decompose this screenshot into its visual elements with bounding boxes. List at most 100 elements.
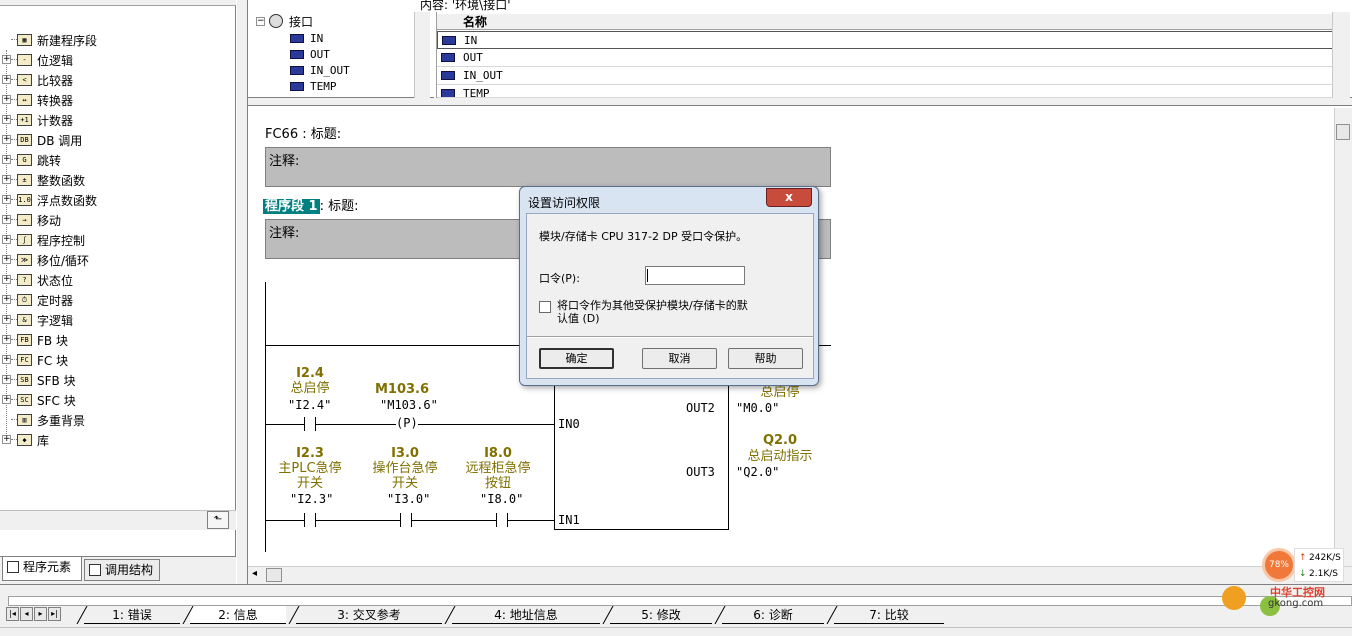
integer-function-icon: ± [17, 174, 32, 186]
tree-item[interactable]: + ⏱ 定时器 [0, 290, 236, 310]
nc-contact-i8-0[interactable] [496, 513, 508, 527]
tree-item[interactable]: + +1 计数器 [0, 110, 236, 130]
expand-icon[interactable]: + [2, 295, 11, 304]
tree-item[interactable]: + ± 整数函数 [0, 170, 236, 190]
bottom-tab[interactable]: 3: 交叉参考 [296, 606, 442, 624]
no-contact-i2-4[interactable] [304, 417, 316, 431]
wire [418, 424, 554, 425]
bottom-tab[interactable]: 4: 地址信息 [452, 606, 600, 624]
last-tab-icon[interactable]: ▸| [48, 607, 61, 621]
tree-item[interactable]: + < 比较器 [0, 70, 236, 90]
interface-item-temp[interactable]: TEMP [290, 78, 337, 94]
nc-contact-i3-0[interactable] [400, 513, 412, 527]
interface-item-out[interactable]: OUT [290, 46, 330, 62]
expand-icon[interactable]: + [2, 355, 11, 364]
expand-icon[interactable]: + [2, 235, 11, 244]
block-comment[interactable]: 注释: [265, 147, 831, 187]
close-button[interactable]: x [766, 188, 812, 207]
expand-icon[interactable]: + [2, 115, 11, 124]
bottom-tab[interactable]: 1: 错误 [84, 606, 180, 624]
editor-horizontal-thumb[interactable] [266, 568, 282, 582]
interface-item-in-out[interactable]: IN_OUT [290, 62, 350, 78]
tree-item[interactable]: + SC SFC 块 [0, 390, 236, 410]
tree-item[interactable]: ▥ 多重背景 [0, 410, 236, 430]
cancel-button[interactable]: 取消 [642, 348, 717, 369]
expand-icon[interactable]: + [2, 375, 11, 384]
upload-speed: 242K/S [1309, 553, 1341, 563]
tree-item[interactable]: + ◆ 库 [0, 430, 236, 450]
tree-item[interactable]: + FC FC 块 [0, 350, 236, 370]
first-tab-icon[interactable]: |◂ [6, 607, 19, 621]
next-tab-icon[interactable]: ▸ [34, 607, 47, 621]
expand-icon[interactable]: + [2, 175, 11, 184]
network-header[interactable]: 程序段 1: 标题: [263, 195, 358, 214]
tree-item[interactable]: + G 跳转 [0, 150, 236, 170]
left-horizontal-scrollbar[interactable] [0, 510, 236, 530]
bottom-tab[interactable]: 5: 修改 [610, 606, 712, 624]
collapse-icon[interactable]: − [256, 16, 265, 26]
bottom-tab[interactable]: 2: 信息 [190, 606, 286, 624]
tree-item[interactable]: +1.0 浮点数函数 [0, 190, 236, 210]
dialog-separator [527, 336, 813, 338]
tree-item[interactable]: ▦ 新建程序段 [0, 30, 236, 50]
coil-operand: "M103.6" [380, 398, 438, 412]
default-password-label[interactable]: 将口令作为其他受保护模块/存储卡的默认值 (D) [557, 299, 757, 325]
expand-icon[interactable]: + [2, 395, 11, 404]
scroll-left-icon[interactable]: ◂ [252, 568, 257, 579]
expand-icon[interactable]: + [2, 315, 11, 324]
contact-symbol: 总启停 [290, 381, 330, 396]
tree-item[interactable]: + ≫ 移位/循环 [0, 250, 236, 270]
default-password-checkbox[interactable] [539, 301, 551, 313]
password-input[interactable] [645, 266, 745, 285]
network-speed-widget[interactable]: 78% [1262, 548, 1296, 582]
editor-horizontal-scrollbar[interactable]: ◂ [248, 566, 1352, 584]
table-row[interactable]: IN_OUT [437, 67, 1333, 85]
tree-item[interactable]: + SB SFB 块 [0, 370, 236, 390]
help-button[interactable]: 帮助 [728, 348, 803, 369]
positive-edge-coil[interactable]: (P) [396, 416, 418, 430]
bottom-tab[interactable]: 7: 比较 [834, 606, 944, 624]
block-title[interactable]: FC66 : 标题: [265, 123, 341, 142]
interface-root[interactable]: − 接口 [256, 13, 313, 29]
tree-item[interactable]: + ʃ 程序控制 [0, 230, 236, 250]
expand-icon[interactable]: + [2, 275, 11, 284]
table-row[interactable]: IN [437, 31, 1333, 49]
tab-call-structure[interactable]: 调用结构 [84, 559, 160, 581]
expand-icon[interactable]: + [2, 195, 11, 204]
ok-button[interactable]: 确定 [539, 348, 614, 369]
interface-table-scrollbar[interactable] [1332, 12, 1350, 98]
tree-item[interactable]: + & 字逻辑 [0, 310, 236, 330]
call-structure-icon [89, 564, 101, 576]
expand-icon[interactable]: + [2, 215, 11, 224]
tab-program-elements[interactable]: 程序元素 [2, 557, 82, 581]
expand-icon[interactable]: + [2, 155, 11, 164]
vertical-splitter[interactable] [236, 0, 248, 584]
tree-item[interactable]: + ↔ 转换器 [0, 90, 236, 110]
expand-icon[interactable]: + [2, 335, 11, 344]
tree-item[interactable]: +? 状态位 [0, 270, 236, 290]
prev-tab-icon[interactable]: ◂ [20, 607, 33, 621]
tree-item[interactable]: + FB FB 块 [0, 330, 236, 350]
tree-item[interactable]: + DB DB 调用 [0, 130, 236, 150]
tree-item[interactable]: + -||- 位逻辑 [0, 50, 236, 70]
column-header-name[interactable]: 名称 [437, 14, 1333, 30]
table-row[interactable]: OUT [437, 49, 1333, 67]
collapse-tree-button[interactable]: ⬑ [207, 511, 229, 529]
editor-vertical-thumb[interactable] [1336, 124, 1350, 140]
bottom-tab[interactable]: 6: 诊断 [722, 606, 824, 624]
tree-item[interactable]: + → 移动 [0, 210, 236, 230]
expand-icon[interactable]: + [2, 435, 11, 444]
tab-separator [602, 605, 614, 625]
interface-item-in[interactable]: IN [290, 30, 323, 46]
interface-tree-scrollbar[interactable] [414, 12, 430, 98]
nc-contact-i2-3[interactable] [304, 513, 316, 527]
editor-vertical-scrollbar[interactable] [1334, 108, 1352, 566]
expand-icon[interactable]: + [2, 55, 11, 64]
expand-icon[interactable]: + [2, 95, 11, 104]
expand-icon[interactable]: + [2, 135, 11, 144]
expand-icon[interactable]: + [2, 255, 11, 264]
expand-icon[interactable]: + [2, 75, 11, 84]
wire [265, 520, 304, 521]
table-row[interactable]: TEMP [437, 85, 1333, 98]
horizontal-splitter[interactable] [248, 98, 1352, 106]
